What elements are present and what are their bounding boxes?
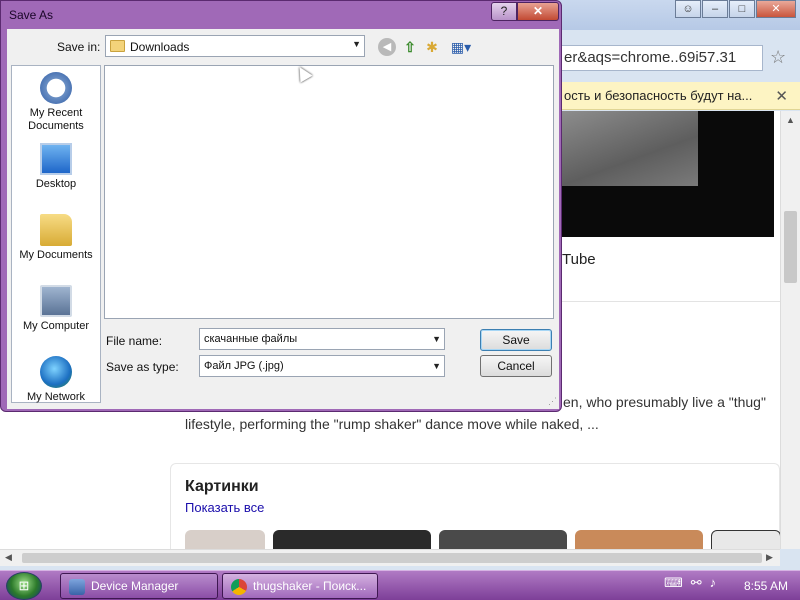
image-thumbnail[interactable]	[711, 530, 780, 549]
file-name-label: File name:	[106, 334, 163, 348]
back-icon[interactable]: ◀	[378, 38, 396, 56]
volume-icon[interactable]: ♪	[710, 575, 717, 591]
place-my-documents[interactable]: My Documents	[12, 214, 100, 262]
scroll-left-icon[interactable]: ◀	[5, 552, 12, 563]
horizontal-scroll-thumb[interactable]	[22, 553, 762, 563]
up-folder-icon[interactable]: ⇧	[401, 38, 419, 56]
divider	[560, 301, 780, 302]
task-chrome[interactable]: thugshaker - Поиск...	[222, 573, 378, 599]
system-tray: ⌨ ⚯ ♪	[664, 575, 716, 591]
image-thumbnail[interactable]	[185, 530, 265, 549]
video-caption[interactable]: Tube	[562, 251, 596, 268]
scroll-up-icon[interactable]: ▲	[786, 115, 795, 125]
my-computer-icon	[40, 285, 72, 317]
snippet-line-2: lifestyle, performing the "rump shaker" …	[185, 416, 599, 432]
task-label: Device Manager	[91, 579, 179, 593]
cancel-button[interactable]: Cancel	[480, 355, 552, 377]
save-button[interactable]: Save	[480, 329, 552, 351]
bookmark-star-icon[interactable]: ☆	[770, 47, 786, 68]
images-card: Картинки Показать все	[170, 463, 780, 549]
infobar: ость и безопасность будут на... ✕	[540, 82, 800, 110]
save-as-dialog: Save As ? ✕ Save in: Downloads ▼ ◀ ⇧ ✱ ▦…	[0, 0, 562, 412]
address-bar[interactable]: er&aqs=chrome..69i57.31	[545, 45, 763, 71]
image-thumbnail[interactable]	[575, 530, 703, 549]
save-in-label: Save in:	[57, 40, 101, 54]
network-tray-icon[interactable]: ⚯	[691, 575, 702, 591]
file-list[interactable]	[104, 65, 554, 319]
close-icon[interactable]: ✕	[775, 87, 788, 105]
resize-grip-icon[interactable]: ⋰	[548, 396, 557, 407]
keyboard-icon[interactable]: ⌨	[664, 575, 683, 591]
user-icon[interactable]: ☺	[675, 0, 701, 18]
new-folder-icon[interactable]: ✱	[423, 38, 441, 56]
vertical-scroll-thumb[interactable]	[784, 211, 797, 283]
start-button[interactable]: ⊞	[6, 572, 42, 600]
dialog-close-button[interactable]: ✕	[517, 2, 559, 21]
device-manager-icon	[69, 579, 85, 595]
save-as-type-label: Save as type:	[106, 360, 179, 374]
places-bar: My Recent Documents Desktop My Documents…	[11, 65, 101, 403]
recent-documents-icon	[40, 72, 72, 104]
place-label: Desktop	[35, 178, 77, 190]
save-as-type-value: Файл JPG (.jpg)	[204, 360, 284, 372]
place-my-computer[interactable]: My Computer	[12, 285, 100, 333]
save-in-combo[interactable]: Downloads ▼	[105, 35, 365, 57]
minimize-button[interactable]: –	[702, 0, 728, 18]
dialog-body: Save in: Downloads ▼ ◀ ⇧ ✱ ▦▾ My Recent …	[7, 29, 559, 409]
place-label: My Recent Documents	[28, 107, 84, 132]
place-label: My Documents	[19, 249, 93, 261]
desktop-icon	[40, 143, 72, 175]
images-title: Картинки	[185, 478, 259, 495]
task-device-manager[interactable]: Device Manager	[60, 573, 218, 599]
chrome-icon	[231, 579, 247, 595]
image-thumbnail[interactable]	[273, 530, 431, 549]
horizontal-scrollbar[interactable]: ◀ ▶	[0, 549, 780, 566]
file-name-value: скачанные файлы	[204, 333, 298, 345]
views-menu-icon[interactable]: ▦▾	[449, 38, 473, 56]
place-my-network[interactable]: My Network	[12, 356, 100, 404]
show-all-images-link[interactable]: Показать все	[185, 500, 264, 515]
chevron-down-icon[interactable]: ▼	[352, 39, 361, 49]
maximize-button[interactable]: □	[729, 0, 755, 18]
scroll-right-icon[interactable]: ▶	[766, 552, 773, 563]
infobar-text: ость и безопасность будут на...	[564, 88, 753, 103]
video-frame	[560, 111, 698, 186]
save-as-type-select[interactable]: Файл JPG (.jpg) ▼	[199, 355, 445, 377]
my-documents-icon	[40, 214, 72, 246]
browser-close-button[interactable]: ✕	[756, 0, 796, 18]
browser-window-controls: ☺ – □ ✕	[674, 0, 796, 18]
dialog-title: Save As	[9, 8, 54, 22]
chevron-down-icon[interactable]: ▼	[432, 361, 441, 371]
place-desktop[interactable]: Desktop	[12, 143, 100, 191]
vertical-scrollbar[interactable]: ▲	[780, 111, 800, 549]
task-label: thugshaker - Поиск...	[253, 579, 367, 593]
taskbar: ⊞ Device Manager thugshaker - Поиск... ⌨…	[0, 570, 800, 600]
chevron-down-icon[interactable]: ▼	[432, 334, 441, 344]
save-in-value: Downloads	[130, 40, 190, 54]
file-name-input[interactable]: скачанные файлы ▼	[199, 328, 445, 350]
help-button[interactable]: ?	[491, 2, 517, 21]
place-label: My Computer	[22, 320, 90, 332]
folder-icon	[110, 40, 125, 52]
clock[interactable]: 8:55 AM	[744, 579, 788, 593]
place-label: My Network	[26, 391, 86, 403]
video-thumbnail[interactable]	[540, 111, 774, 237]
place-recent-documents[interactable]: My Recent Documents	[12, 72, 100, 133]
image-thumbnail[interactable]	[439, 530, 567, 549]
my-network-icon	[40, 356, 72, 388]
